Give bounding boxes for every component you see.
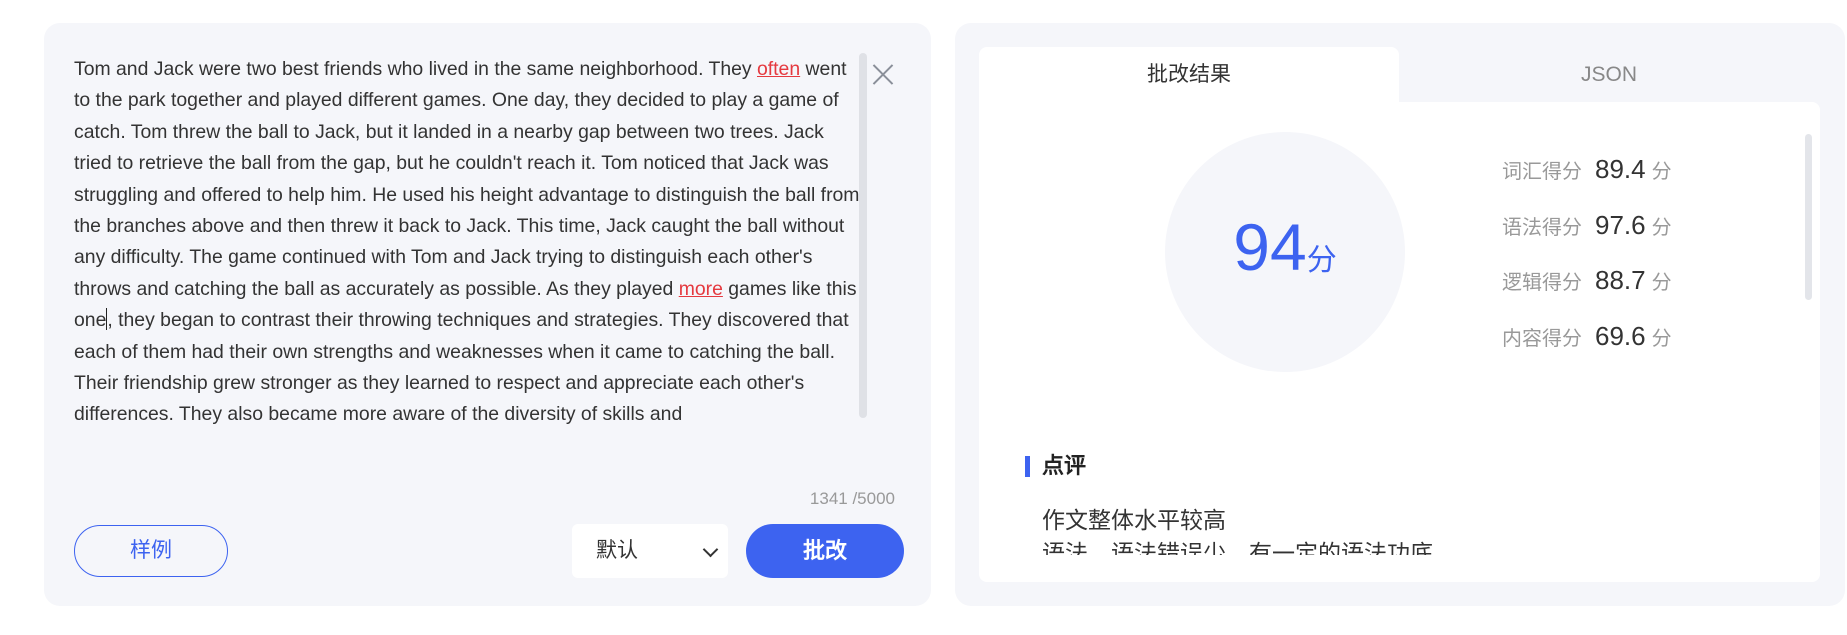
mode-select[interactable]: 默认 [572, 524, 728, 578]
score-label: 词汇得分 [1502, 161, 1582, 184]
error-highlight-more[interactable]: more [679, 278, 723, 300]
score-label: 语法得分 [1502, 216, 1582, 239]
result-card: 批改结果 JSON 94分 词汇得分 89.4 分 语法得分 97.6 分 逻辑… [955, 23, 1845, 606]
review-heading: 点评 [1025, 454, 1086, 478]
tab-json[interactable]: JSON [1399, 47, 1819, 102]
score-unit: 分 [1651, 272, 1672, 295]
score-label: 逻辑得分 [1502, 272, 1582, 295]
tab-correction-result[interactable]: 批改结果 [979, 47, 1399, 102]
mode-select-value: 默认 [596, 539, 638, 562]
score-row-vocabulary: 词汇得分 89.4 分 [1502, 142, 1762, 198]
essay-textarea[interactable]: Tom and Jack were two best friends who l… [74, 54, 864, 454]
score-label: 内容得分 [1502, 327, 1582, 350]
error-highlight-often[interactable]: often [757, 58, 800, 80]
clear-text-close-icon[interactable] [868, 59, 898, 89]
review-line: 语法、语法错误少，有一定的语法功底 [1042, 540, 1433, 555]
score-value: 97.6 [1595, 209, 1646, 240]
score-value: 88.7 [1595, 265, 1646, 296]
essay-input-card: Tom and Jack were two best friends who l… [44, 23, 931, 606]
score-unit: 分 [1651, 161, 1672, 184]
result-tabs: 批改结果 JSON [979, 47, 1820, 102]
total-score-circle: 94分 [1165, 132, 1405, 372]
review-line: 作文整体水平较高 [1042, 507, 1226, 533]
essay-text[interactable]: Tom and Jack were two best friends who l… [74, 54, 864, 431]
score-unit: 分 [1651, 327, 1672, 350]
character-counter: 1341 /5000 [809, 489, 895, 508]
score-row-content: 内容得分 69.6 分 [1502, 309, 1762, 365]
essay-text-part: Tom and Jack were two best friends who l… [74, 58, 757, 80]
correct-button[interactable]: 批改 [746, 524, 904, 578]
score-value: 69.6 [1595, 320, 1646, 351]
score-row-logic: 逻辑得分 88.7 分 [1502, 253, 1762, 309]
essay-text-part: went to the park together and played dif… [74, 58, 860, 300]
sample-button[interactable]: 样例 [74, 525, 228, 577]
score-row-grammar: 语法得分 97.6 分 [1502, 198, 1762, 254]
review-content: 作文整体水平较高 语法、语法错误少，有一定的语法功底 [1042, 504, 1433, 555]
total-score: 94分 [1165, 214, 1405, 280]
total-score-unit: 分 [1306, 244, 1337, 277]
result-panel: 94分 词汇得分 89.4 分 语法得分 97.6 分 逻辑得分 88.7 分 … [979, 102, 1820, 582]
result-scrollbar[interactable] [1805, 134, 1812, 300]
chevron-down-icon [702, 541, 719, 558]
score-value: 89.4 [1595, 154, 1646, 185]
total-score-value: 94 [1233, 210, 1307, 284]
essay-scrollbar[interactable] [859, 53, 867, 418]
score-breakdown: 词汇得分 89.4 分 语法得分 97.6 分 逻辑得分 88.7 分 内容得分… [1502, 142, 1762, 364]
score-unit: 分 [1651, 216, 1672, 239]
essay-text-part: , they began to contrast their throwing … [74, 309, 849, 426]
